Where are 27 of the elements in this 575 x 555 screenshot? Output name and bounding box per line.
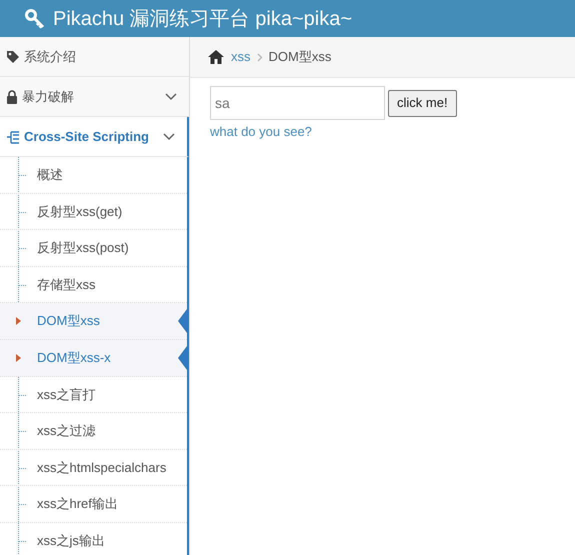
breadcrumb-current: DOM型xss <box>268 48 332 66</box>
what-do-you-see-link[interactable]: what do you see? <box>210 122 575 142</box>
caret-icon <box>16 354 21 362</box>
submenu-item[interactable]: xss之href输出 <box>0 486 187 523</box>
submenu-item[interactable]: xss之过滤 <box>0 413 187 450</box>
chevron-down-icon <box>163 132 175 140</box>
key-icon <box>25 8 45 28</box>
submenu-item[interactable]: xss之盲打 <box>0 376 187 414</box>
chevron-down-icon <box>165 92 177 100</box>
submenu-item[interactable]: xss之htmlspecialchars <box>0 450 187 486</box>
lock-icon <box>6 90 18 104</box>
submenu-item[interactable]: 概述 <box>0 157 187 194</box>
submenu-item[interactable]: xss之js输出 <box>0 522 187 555</box>
caret-icon <box>16 317 21 326</box>
chevron-right-icon <box>256 52 262 62</box>
click-me-button[interactable]: click me! <box>388 90 457 116</box>
submenu-item[interactable]: 反射型xss(get) <box>0 194 187 230</box>
tag-icon <box>6 50 20 64</box>
submenu-item[interactable]: DOM型xss <box>0 303 187 340</box>
home-icon <box>207 49 225 65</box>
sidebar-item[interactable]: 系统介绍 <box>0 37 189 77</box>
sidebar-item[interactable]: Cross-Site Scripting <box>0 117 189 157</box>
app-title: Pikachu 漏洞练习平台 pika~pika~ <box>53 6 352 32</box>
submenu-item[interactable]: 反射型xss(post) <box>0 230 187 267</box>
text-input-field[interactable]: sa <box>210 86 385 120</box>
list-tree-icon <box>6 130 20 144</box>
submenu-item[interactable]: DOM型xss-x <box>0 340 187 377</box>
